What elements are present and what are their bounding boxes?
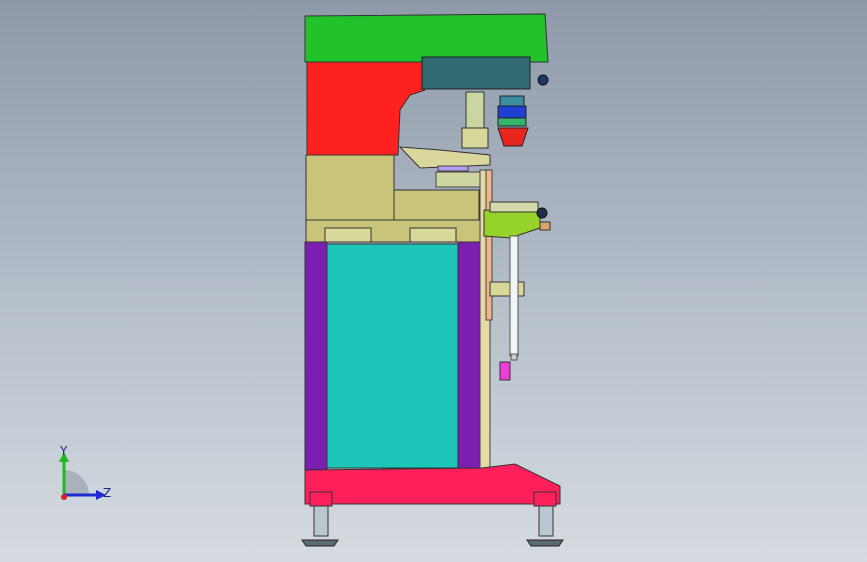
neck-block [306,61,426,156]
head-clamp [461,127,489,149]
z-axis-label: Z [103,486,112,500]
cabinet-panel [326,243,459,469]
base-frame [304,463,561,505]
foot-pad-right [409,227,457,243]
ink-tray [398,146,491,169]
cad-viewport[interactable]: Y Z [0,0,867,562]
foot-block-right [533,491,557,507]
side-rail [485,169,493,321]
tray-slide [435,171,482,188]
foot-pad-right-base [526,539,564,547]
head-column [465,91,485,133]
guide-rod [509,235,519,357]
foot-screw-left [313,505,329,537]
fixture-stub [539,221,551,231]
foot-block-left [309,491,333,507]
leg-right [457,241,481,471]
fixture-knob [536,207,548,219]
triad-quadrant [64,470,89,495]
top-arm [304,13,549,63]
x-axis-dot [61,494,67,500]
knob [537,74,549,86]
pad-mount [499,95,525,107]
pad-mount-blue [497,105,527,119]
body-mid [393,189,480,223]
foot-screw-right [538,505,554,537]
control-box [421,56,531,90]
pad-printer-model [301,13,564,547]
foot-pad-left [324,227,372,243]
pad-mount-green [497,117,527,127]
y-axis-label: Y [60,444,68,458]
tray-violet [437,165,469,172]
fixture-top [489,201,539,213]
coordinate-triad: Y Z [40,440,130,520]
pad-cup [497,127,529,147]
leg-left [304,241,328,471]
pink-fitting [499,361,511,381]
foot-pad-left-base [301,539,339,547]
clamp-block [489,281,525,297]
fixture-bracket [483,209,541,239]
rod-tip [510,353,518,361]
body-upper [305,154,395,221]
